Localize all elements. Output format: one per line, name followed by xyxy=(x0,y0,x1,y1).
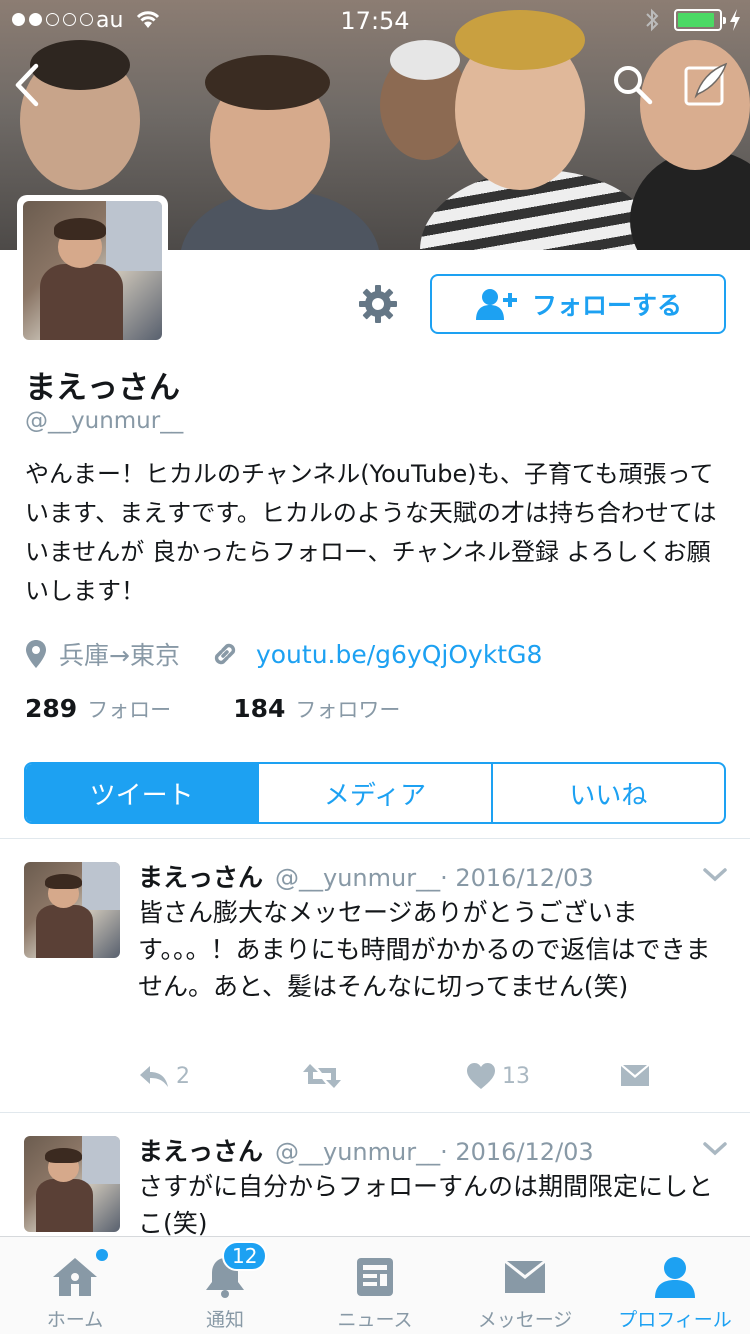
reply-count: 2 xyxy=(176,1063,190,1089)
notification-badge: 12 xyxy=(222,1241,268,1271)
tweet-header: まえっさん @__yunmur__ · 2016/12/03 xyxy=(138,1132,594,1168)
tweet-actions: 2 13 xyxy=(138,1062,650,1090)
heart-icon xyxy=(467,1063,495,1089)
home-icon xyxy=(53,1258,97,1296)
reply-icon xyxy=(140,1066,168,1087)
retweet-icon xyxy=(303,1064,341,1088)
profile-url-link[interactable]: youtu.be/g6yQjOyktG8 xyxy=(256,640,542,669)
search-icon xyxy=(614,66,653,105)
tweet-menu-button[interactable] xyxy=(702,1140,728,1162)
tweet-header: まえっさん @__yunmur__ · 2016/12/03 xyxy=(138,858,594,894)
compose-tweet-button[interactable] xyxy=(682,60,730,108)
back-button[interactable] xyxy=(10,60,50,110)
bluetooth-icon xyxy=(644,6,660,40)
tweet-text: 皆さん膨大なメッセージありがとうございます。。。！あまりにも時間がかかるので返信… xyxy=(138,898,711,1001)
chevron-down-icon xyxy=(703,1142,727,1156)
nav-news[interactable]: ニュース xyxy=(300,1237,450,1334)
tab-likes[interactable]: いいね xyxy=(490,764,724,822)
tweet-author-name: まえっさん xyxy=(138,863,264,892)
envelope-icon xyxy=(505,1261,545,1293)
nav-home-label: ホーム xyxy=(46,1309,104,1331)
gear-icon xyxy=(359,285,397,323)
nav-profile-label: プロフィール xyxy=(618,1309,732,1331)
new-content-indicator xyxy=(96,1249,108,1261)
following-count: 289 xyxy=(25,694,78,723)
person-icon xyxy=(655,1257,695,1298)
followers-count: 184 xyxy=(233,694,286,723)
follow-counts: 289 フォロー 184 フォロワー xyxy=(25,694,400,724)
reply-button[interactable]: 2 xyxy=(138,1063,190,1089)
link-icon xyxy=(214,643,236,665)
nav-home[interactable]: ホーム xyxy=(0,1237,150,1334)
chevron-left-icon xyxy=(15,63,39,107)
tweet-text: さすがに自分からフォローすんのは期間限定にしとこ(笑) xyxy=(138,1172,714,1236)
battery-icon xyxy=(674,9,726,31)
nav-notifications-label: 通知 xyxy=(205,1309,244,1331)
profile-name: まえっさん xyxy=(25,370,180,406)
profile-settings-button[interactable] xyxy=(356,282,400,326)
status-bar: au 17:54 xyxy=(0,0,750,40)
nav-notifications[interactable]: 12 通知 xyxy=(150,1237,300,1334)
avatar-image xyxy=(23,201,162,340)
tweet-item[interactable]: まえっさん @__yunmur__ · 2016/12/03 皆さん膨大なメッセ… xyxy=(0,858,750,1108)
like-button[interactable]: 13 xyxy=(466,1062,530,1090)
nav-news-label: ニュース xyxy=(337,1309,413,1331)
direct-message-button[interactable] xyxy=(620,1064,650,1088)
followers-label: フォロワー xyxy=(295,698,401,722)
profile-avatar[interactable] xyxy=(17,195,168,346)
banner-photo-shape xyxy=(205,55,330,110)
profile-location: 兵庫→東京 xyxy=(59,641,180,670)
follow-button-label: フォローする xyxy=(531,291,682,320)
nav-messages[interactable]: メッセージ xyxy=(450,1237,600,1334)
tweet-avatar[interactable] xyxy=(24,1136,120,1232)
search-button[interactable] xyxy=(610,62,654,106)
envelope-icon xyxy=(621,1065,649,1086)
profile-meta: 兵庫→東京 youtu.be/g6yQjOyktG8 xyxy=(25,636,542,672)
profile-tabs: ツイート メディア いいね xyxy=(24,762,726,824)
nav-profile[interactable]: プロフィール xyxy=(600,1237,750,1334)
tweet-menu-button[interactable] xyxy=(702,866,728,888)
followers-stat[interactable]: 184 フォロワー xyxy=(233,694,400,724)
tweet-avatar[interactable] xyxy=(24,862,120,958)
news-icon xyxy=(357,1258,393,1296)
follow-button[interactable]: フォローする xyxy=(430,274,726,334)
chevron-down-icon xyxy=(703,868,727,882)
compose-quill-icon xyxy=(684,62,728,106)
clock: 17:54 xyxy=(340,7,410,35)
tweet-author-handle: @__yunmur__ xyxy=(275,864,441,892)
banner-photo-shape xyxy=(390,40,460,80)
charging-icon xyxy=(728,8,742,38)
like-count: 13 xyxy=(502,1063,530,1089)
tab-media[interactable]: メディア xyxy=(257,764,490,822)
profile-bio: やんまー！ヒカルのチャンネル(YouTube)も、子育ても頑張っています、まえす… xyxy=(25,460,717,605)
tab-tweets[interactable]: ツイート xyxy=(26,764,258,822)
following-stat[interactable]: 289 フォロー xyxy=(25,694,171,724)
tweet-date: · 2016/12/03 xyxy=(440,864,594,892)
divider xyxy=(0,838,750,839)
following-label: フォロー xyxy=(87,698,172,722)
add-user-icon xyxy=(475,289,517,320)
retweet-button[interactable] xyxy=(302,1062,348,1090)
tweet-date: · 2016/12/03 xyxy=(440,1138,594,1166)
nav-messages-label: メッセージ xyxy=(477,1309,573,1331)
tweet-item[interactable]: まえっさん @__yunmur__ · 2016/12/03 さすがに自分からフ… xyxy=(0,1132,750,1236)
profile-handle: @__yunmur__ xyxy=(25,408,184,434)
tweet-author-handle: @__yunmur__ xyxy=(275,1138,441,1166)
divider xyxy=(0,1112,750,1113)
location-pin-icon xyxy=(26,640,46,668)
tweet-author-name: まえっさん xyxy=(138,1137,264,1166)
bottom-tab-bar: ホーム 12 通知 ニュース メッセージ プロフィール xyxy=(0,1236,750,1334)
